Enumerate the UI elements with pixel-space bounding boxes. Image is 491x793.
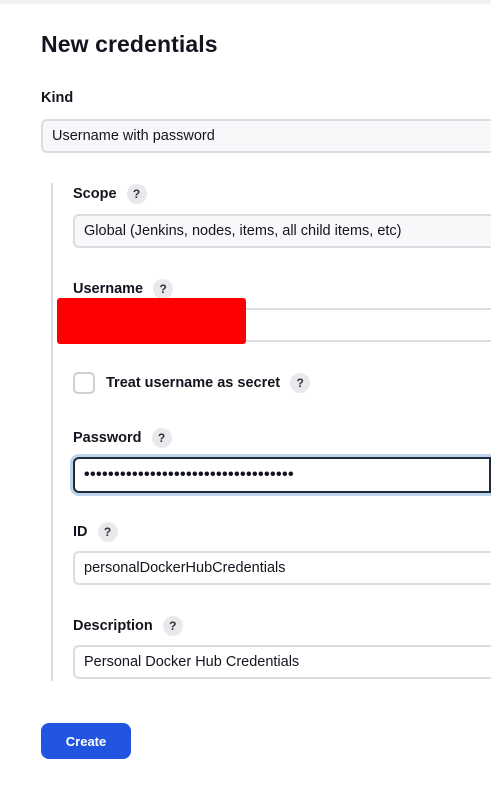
description-input-value: Personal Docker Hub Credentials	[84, 654, 300, 670]
id-label-text: ID	[73, 524, 88, 540]
new-credentials-page: New credentials Kind Username with passw…	[0, 0, 491, 793]
description-label: Description ?	[73, 616, 183, 636]
redaction-box	[57, 298, 246, 344]
scope-select[interactable]: Global (Jenkins, nodes, items, all child…	[73, 214, 491, 248]
treat-username-secret-label: Treat username as secret ?	[106, 373, 311, 393]
id-help-icon[interactable]: ?	[97, 522, 118, 542]
treat-username-secret-text[interactable]: Treat username as secret	[106, 375, 280, 391]
description-label-text: Description	[73, 618, 153, 634]
password-label-text: Password	[73, 430, 142, 446]
username-help-icon[interactable]: ?	[153, 279, 174, 299]
top-bar	[0, 0, 491, 4]
description-input[interactable]: Personal Docker Hub Credentials	[73, 645, 491, 679]
scope-label: Scope ?	[73, 184, 147, 204]
kind-label: Kind	[41, 90, 73, 106]
scope-label-text: Scope	[73, 186, 117, 202]
kind-select[interactable]: Username with password	[41, 119, 491, 153]
treat-username-secret-checkbox[interactable]	[73, 372, 95, 394]
id-label: ID ?	[73, 522, 118, 542]
create-button[interactable]: Create	[41, 723, 131, 759]
username-label-text: Username	[73, 281, 144, 297]
kind-label-text: Kind	[41, 90, 74, 106]
kind-select-value: Username with password	[52, 128, 215, 144]
description-help-icon[interactable]: ?	[162, 616, 183, 636]
id-input-value: personalDockerHubCredentials	[84, 560, 286, 576]
indent-divider	[51, 183, 53, 681]
scope-select-value: Global (Jenkins, nodes, items, all child…	[84, 223, 402, 239]
password-input[interactable]: •••••••••••••••••••••••••••••••••••	[73, 457, 491, 493]
username-label: Username ?	[73, 279, 174, 299]
password-input-value: •••••••••••••••••••••••••••••••••••	[84, 466, 295, 483]
password-help-icon[interactable]: ?	[151, 428, 172, 448]
treat-secret-help-icon[interactable]: ?	[290, 373, 311, 393]
page-title: New credentials	[41, 31, 218, 57]
scope-help-icon[interactable]: ?	[126, 184, 147, 204]
id-input[interactable]: personalDockerHubCredentials	[73, 551, 491, 585]
password-label: Password ?	[73, 428, 172, 448]
